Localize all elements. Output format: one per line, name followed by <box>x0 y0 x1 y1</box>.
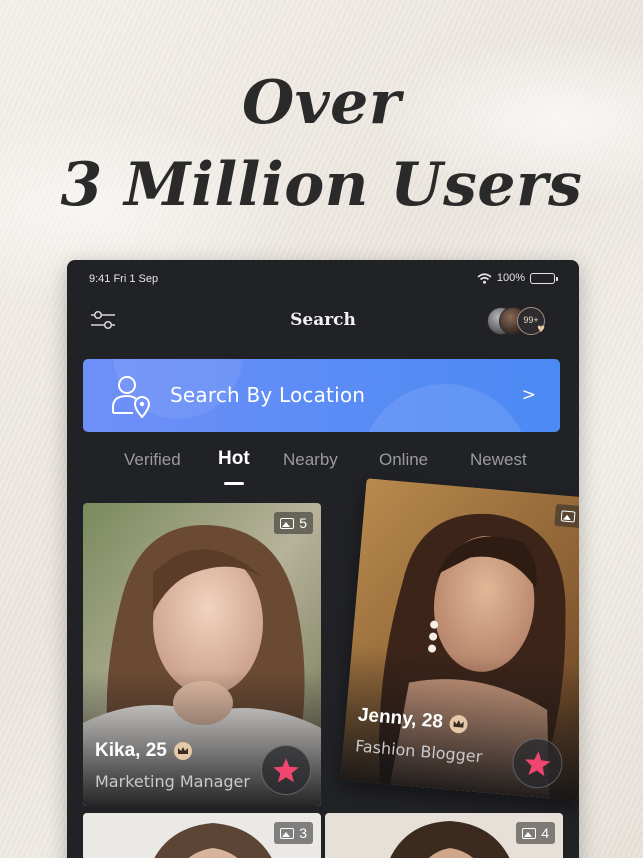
wifi-icon <box>477 272 492 284</box>
tab-newest[interactable]: Newest <box>470 450 527 470</box>
person-location-icon <box>112 376 151 419</box>
photo-count: 5 <box>299 515 307 531</box>
favorite-button[interactable] <box>261 745 311 795</box>
search-by-location-label: Search By Location <box>170 383 366 407</box>
image-icon <box>560 509 576 523</box>
image-icon <box>280 517 295 529</box>
active-tab-indicator <box>224 482 244 485</box>
search-by-location-button[interactable]: Search By Location > <box>83 359 560 432</box>
profile-name: Kika, 25 <box>95 740 167 761</box>
filter-tabs: Verified Hot Nearby Online Newest <box>67 448 579 488</box>
photo-count-badge: 5 <box>274 512 313 534</box>
headline-line-1: Over <box>242 68 401 138</box>
photo-count-badge: 4 <box>554 503 579 530</box>
photo-count: 3 <box>299 825 307 841</box>
status-bar: 9:41 Fri 1 Sep 100% <box>89 272 558 288</box>
crown-icon <box>173 742 192 760</box>
heart-icon: ♥ <box>537 325 546 335</box>
profile-occupation: Marketing Manager <box>95 772 250 791</box>
chevron-right-icon: > <box>521 385 536 405</box>
battery-percent: 100% <box>496 272 525 284</box>
photo-count-badge: 4 <box>516 822 555 844</box>
tab-nearby[interactable]: Nearby <box>283 450 338 470</box>
tab-verified[interactable]: Verified <box>124 450 181 470</box>
profile-card[interactable]: 4 <box>325 813 563 858</box>
profile-card[interactable]: 4 Jenny, 28 Fashion Blogger <box>340 478 579 801</box>
tab-hot[interactable]: Hot <box>218 448 250 470</box>
profile-card[interactable]: 5 Kika, 25 Marketing Manager <box>83 503 321 806</box>
image-icon <box>522 827 537 839</box>
profile-card[interactable]: 3 <box>83 813 321 858</box>
photo-count: 4 <box>541 825 549 841</box>
photo-count-badge: 3 <box>274 822 313 844</box>
headline-line-2: 3 Million Users <box>60 150 583 220</box>
battery-icon <box>530 272 558 284</box>
app-screen: 9:41 Fri 1 Sep 100% Search 99+ ♥ Search … <box>67 260 579 858</box>
tab-online[interactable]: Online <box>379 450 428 470</box>
crown-icon <box>449 714 469 734</box>
star-icon <box>524 750 551 776</box>
image-icon <box>280 827 295 839</box>
visitors-avatars[interactable]: 99+ ♥ <box>487 307 549 337</box>
star-icon <box>273 757 299 782</box>
status-time: 9:41 Fri 1 Sep <box>89 273 159 285</box>
